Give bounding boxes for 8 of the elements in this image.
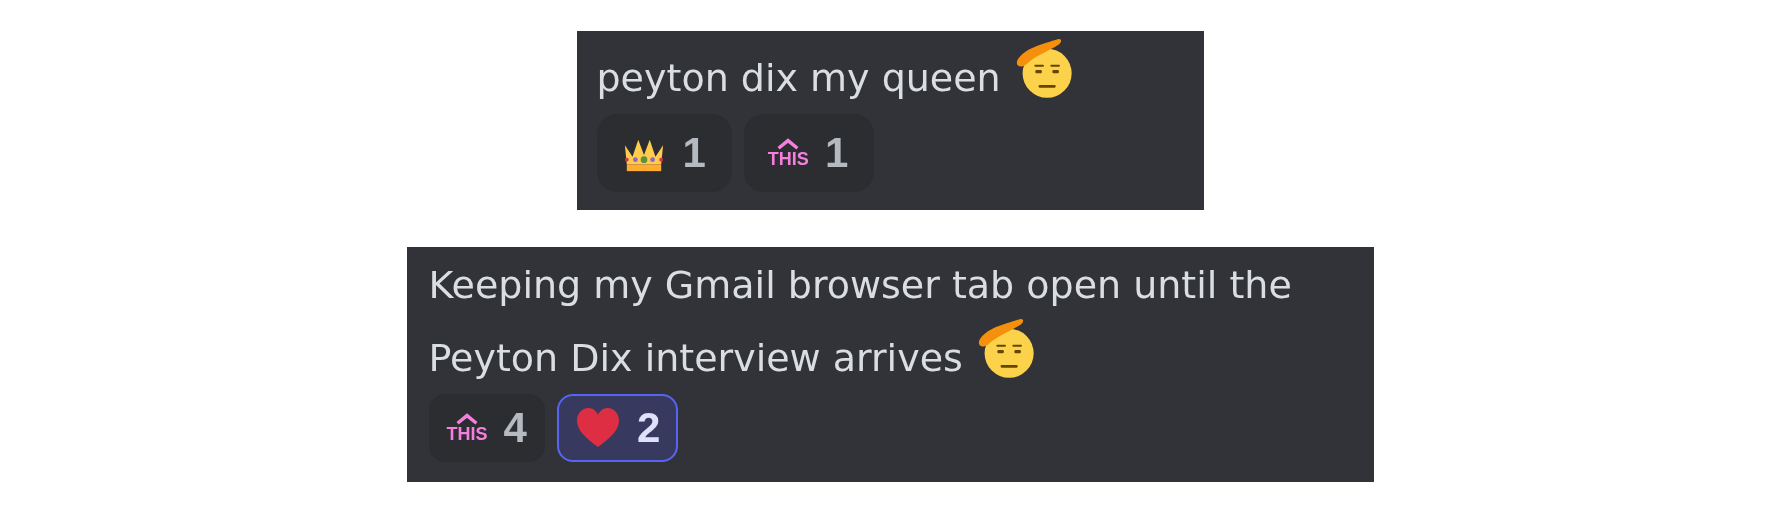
reaction-button[interactable]: THIS 4	[428, 394, 545, 462]
reaction-button[interactable]: 2	[556, 394, 679, 462]
heart-icon	[574, 407, 621, 449]
emoji-label: THIS	[446, 425, 488, 443]
message-text: peyton dix my queen	[596, 56, 1079, 100]
emoji-label: THIS	[767, 150, 809, 168]
reaction-button[interactable]: 1	[596, 114, 732, 192]
reaction-button[interactable]: THIS 1	[743, 114, 875, 192]
